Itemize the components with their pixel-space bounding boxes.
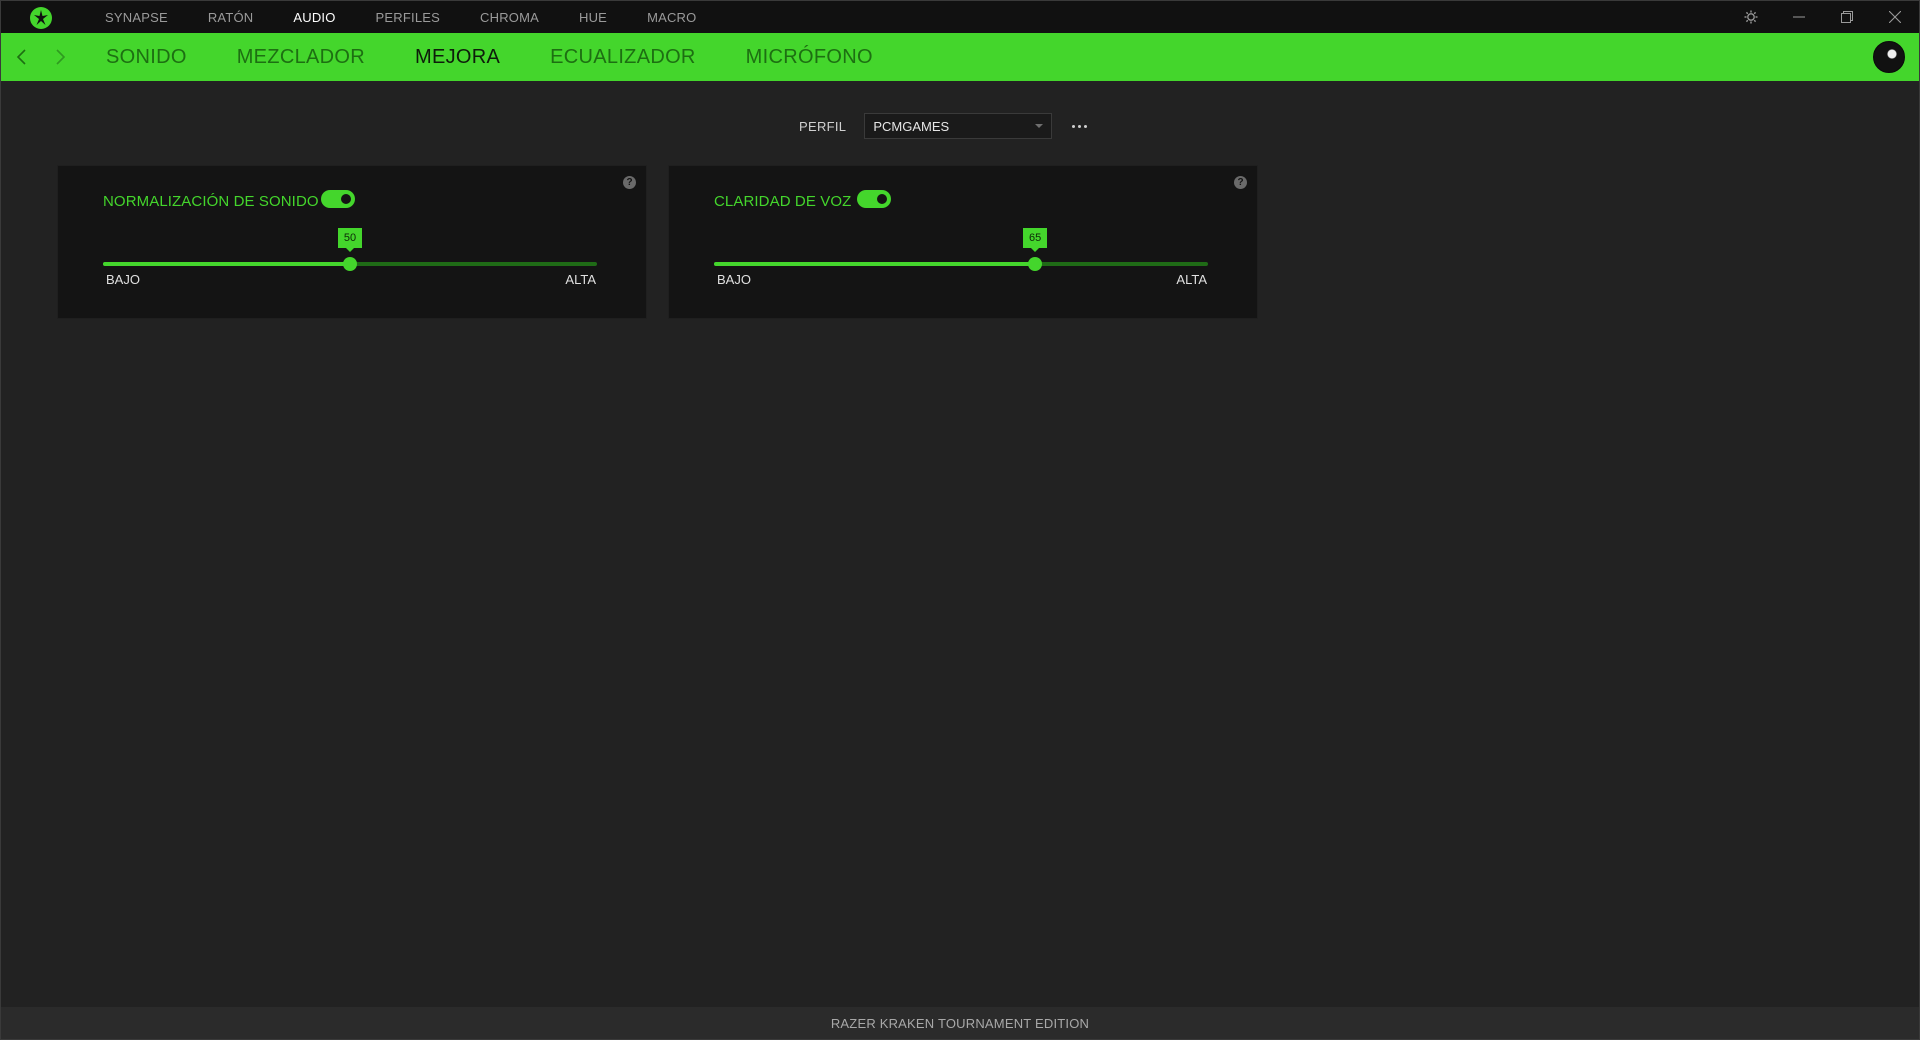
card-title: CLARIDAD DE VOZ [714,193,852,210]
sound-normalization-slider[interactable] [103,257,597,271]
slider-value-badge: 65 [1023,228,1048,252]
subnav-tabs: SONIDO MEZCLADOR MEJORA ECUALIZADOR MICR… [106,33,923,81]
help-icon[interactable]: ? [1234,176,1247,189]
topnav-macro[interactable]: MACRO [647,10,696,25]
profile-dropdown[interactable]: PCMGAMES [864,113,1053,139]
minimize-icon[interactable] [1775,1,1823,33]
app-window: SYNAPSE RATÓN AUDIO PERFILES CHROMA HUE … [0,0,1920,1040]
forward-arrow-icon[interactable] [48,45,72,69]
topnav-raton[interactable]: RATÓN [208,10,254,25]
slider-value-badge: 50 [338,228,362,252]
voice-clarity-toggle[interactable] [857,190,891,208]
slider-fill [714,262,1036,266]
restore-icon[interactable] [1823,1,1871,33]
settings-gear-icon[interactable] [1727,1,1775,33]
tab-ecualizador[interactable]: ECUALIZADOR [550,46,696,69]
sound-normalization-card: ? NORMALIZACIÓN DE SONIDO 50 BAJO ALTA [57,165,647,319]
slider-thumb[interactable] [343,257,357,271]
back-arrow-icon[interactable] [10,45,34,69]
slider-high-label: ALTA [1176,272,1207,287]
tab-mezclador[interactable]: MEZCLADOR [237,46,365,69]
slider-high-label: ALTA [565,272,596,287]
device-name: RAZER KRAKEN TOURNAMENT EDITION [830,1015,1090,1031]
status-bar: RAZER KRAKEN TOURNAMENT EDITION [1,1007,1919,1039]
sub-nav: SONIDO MEZCLADOR MEJORA ECUALIZADOR MICR… [1,33,1919,81]
toggle-knob [339,192,353,206]
title-bar: SYNAPSE RATÓN AUDIO PERFILES CHROMA HUE … [1,1,1919,33]
topnav-synapse[interactable]: SYNAPSE [105,10,168,25]
slider-low-label: BAJO [717,272,751,287]
window-controls [1727,1,1919,33]
top-nav: SYNAPSE RATÓN AUDIO PERFILES CHROMA HUE … [105,1,736,33]
slider-fill [103,262,350,266]
card-title: NORMALIZACIÓN DE SONIDO [103,193,319,210]
topnav-hue[interactable]: HUE [579,10,607,25]
sound-normalization-toggle[interactable] [321,190,355,208]
slider-low-label: BAJO [106,272,140,287]
topnav-chroma[interactable]: CHROMA [480,10,539,25]
profile-label: PERFIL [799,118,847,134]
voice-clarity-card: ? CLARIDAD DE VOZ 65 BAJO ALTA [668,165,1258,319]
avatar[interactable] [1873,41,1905,73]
topnav-perfiles[interactable]: PERFILES [376,10,440,25]
tab-microfono[interactable]: MICRÓFONO [746,46,873,69]
topnav-audio[interactable]: AUDIO [293,10,335,25]
more-options-icon[interactable] [1070,119,1089,134]
slider-thumb[interactable] [1028,257,1043,271]
voice-clarity-slider[interactable] [714,257,1208,271]
profile-selected-value: PCMGAMES [873,118,950,134]
tab-mejora[interactable]: MEJORA [415,46,500,69]
toggle-knob [875,192,889,206]
razer-logo-icon[interactable] [29,6,53,30]
help-icon[interactable]: ? [623,176,636,189]
profile-row: PERFIL PCMGAMES [799,113,1089,139]
tab-sonido[interactable]: SONIDO [106,46,187,69]
close-icon[interactable] [1871,1,1919,33]
chevron-down-icon [1035,124,1044,128]
